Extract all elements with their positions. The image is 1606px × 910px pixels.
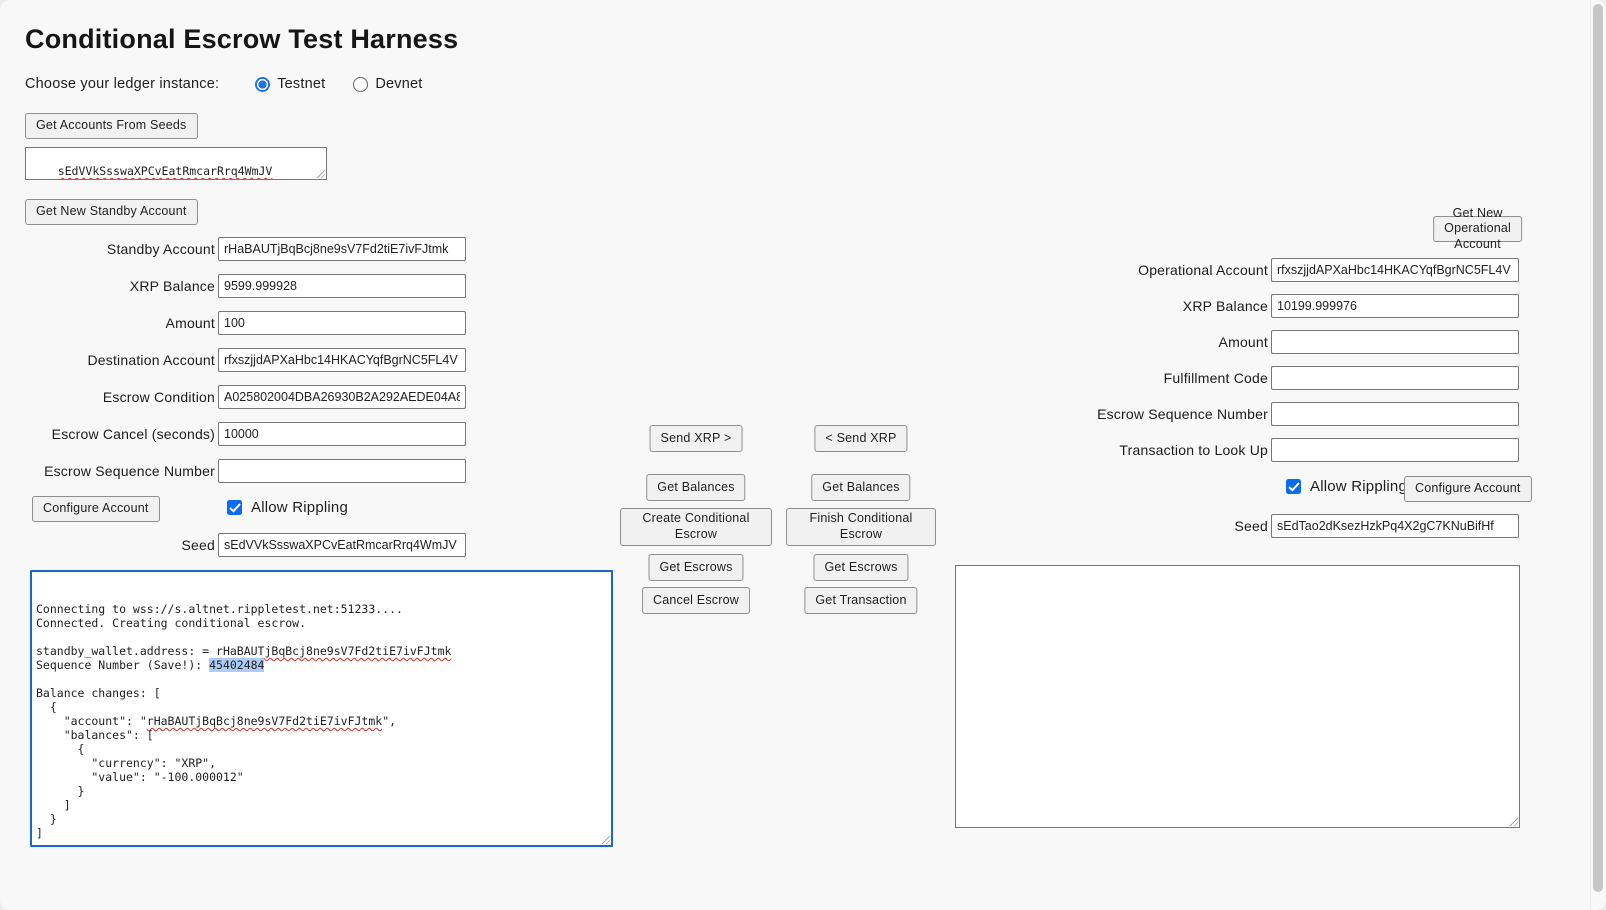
- standby-escrow-sequence-row: Escrow Sequence Number: [25, 459, 466, 483]
- page-title: Conditional Escrow Test Harness: [25, 24, 458, 55]
- operational-transaction-lookup-input[interactable]: [1271, 438, 1519, 462]
- get-transaction-button[interactable]: Get Transaction: [804, 587, 917, 614]
- ledger-chooser-label: Choose your ledger instance:: [25, 76, 219, 92]
- operational-account-label: Operational Account: [1040, 262, 1268, 278]
- operational-result-console[interactable]: [955, 565, 1520, 828]
- standby-xrp-balance-label: XRP Balance: [25, 278, 215, 294]
- operational-get-escrows-button[interactable]: Get Escrows: [813, 554, 908, 581]
- standby-get-escrows-button[interactable]: Get Escrows: [648, 554, 743, 581]
- standby-amount-label: Amount: [25, 315, 215, 331]
- radio-devnet-icon[interactable]: [353, 77, 368, 92]
- standby-escrow-condition-row: Escrow Condition: [25, 385, 466, 409]
- vertical-scrollbar-thumb[interactable]: [1593, 4, 1603, 892]
- ledger-chooser: Choose your ledger instance: Testnet Dev…: [25, 76, 423, 92]
- standby-escrow-cancel-label: Escrow Cancel (seconds): [25, 426, 215, 442]
- operational-seed-label: Seed: [1040, 518, 1268, 534]
- operational-seed-row: Seed: [1040, 514, 1519, 538]
- standby-escrow-cancel-input[interactable]: [218, 422, 466, 446]
- standby-configure-account-button[interactable]: Configure Account: [32, 496, 160, 522]
- seed-line-1: sEdVVkSsswaXPCvEatRmcarRrq4WmJV: [58, 164, 273, 178]
- create-conditional-escrow-button[interactable]: Create Conditional Escrow: [620, 508, 772, 546]
- send-xrp-operational-to-standby-button[interactable]: < Send XRP: [814, 425, 907, 452]
- operational-fulfillment-code-label: Fulfillment Code: [1040, 370, 1268, 386]
- radio-devnet-label: Devnet: [375, 76, 422, 92]
- standby-seed-row: Seed: [25, 533, 466, 557]
- standby-amount-input[interactable]: [218, 311, 466, 335]
- operational-allow-rippling-label: Allow Rippling: [1310, 478, 1407, 495]
- resize-handle-icon[interactable]: [1508, 816, 1518, 826]
- seeds-textarea[interactable]: sEdVVkSsswaXPCvEatRmcarRrq4WmJV sEdTao2d…: [25, 147, 327, 180]
- operational-fulfillment-code-row: Fulfillment Code: [1040, 366, 1519, 390]
- standby-xrp-balance-input[interactable]: [218, 274, 466, 298]
- standby-allow-rippling[interactable]: Allow Rippling: [227, 499, 348, 516]
- vertical-scrollbar-track[interactable]: [1590, 0, 1606, 910]
- operational-amount-label: Amount: [1040, 334, 1268, 350]
- standby-destination-row: Destination Account: [25, 348, 466, 372]
- get-accounts-from-seeds-button[interactable]: Get Accounts From Seeds: [25, 113, 198, 139]
- standby-escrow-condition-label: Escrow Condition: [25, 389, 215, 405]
- operational-fulfillment-code-input[interactable]: [1271, 366, 1519, 390]
- standby-amount-row: Amount: [25, 311, 466, 335]
- standby-result-console[interactable]: Connecting to wss://s.altnet.rippletest.…: [30, 570, 613, 847]
- operational-allow-rippling-checkbox-icon[interactable]: [1286, 479, 1301, 494]
- standby-escrow-condition-input[interactable]: [218, 385, 466, 409]
- operational-escrow-sequence-row: Escrow Sequence Number: [1040, 402, 1519, 426]
- operational-transaction-lookup-label: Transaction to Look Up: [1040, 442, 1268, 458]
- operational-amount-row: Amount: [1040, 330, 1519, 354]
- standby-result-text: Connecting to wss://s.altnet.rippletest.…: [36, 602, 607, 840]
- send-xrp-standby-to-operational-button[interactable]: Send XRP >: [650, 425, 743, 452]
- standby-get-balances-button[interactable]: Get Balances: [646, 474, 745, 501]
- operational-xrp-balance-row: XRP Balance: [1040, 294, 1519, 318]
- standby-xrp-balance-row: XRP Balance: [25, 274, 466, 298]
- operational-amount-input[interactable]: [1271, 330, 1519, 354]
- standby-destination-input[interactable]: [218, 348, 466, 372]
- operational-account-row: Operational Account: [1040, 258, 1519, 282]
- operational-configure-account-button[interactable]: Configure Account: [1404, 476, 1532, 502]
- standby-seed-input[interactable]: [218, 533, 466, 557]
- get-new-operational-account-button[interactable]: Get New Operational Account: [1433, 216, 1522, 242]
- standby-allow-rippling-label: Allow Rippling: [251, 499, 348, 516]
- radio-testnet-icon[interactable]: [255, 77, 270, 92]
- standby-escrow-sequence-label: Escrow Sequence Number: [25, 463, 215, 479]
- operational-escrow-sequence-label: Escrow Sequence Number: [1040, 406, 1268, 422]
- standby-escrow-cancel-row: Escrow Cancel (seconds): [25, 422, 466, 446]
- standby-account-label: Standby Account: [25, 241, 215, 257]
- operational-xrp-balance-label: XRP Balance: [1040, 298, 1268, 314]
- standby-escrow-sequence-input[interactable]: [218, 459, 466, 483]
- radio-testnet[interactable]: Testnet: [255, 76, 325, 92]
- operational-transaction-lookup-row: Transaction to Look Up: [1040, 438, 1519, 462]
- radio-testnet-label: Testnet: [277, 76, 325, 92]
- conditional-escrow-test-harness-window: Conditional Escrow Test Harness Choose y…: [0, 0, 1606, 910]
- standby-seed-label: Seed: [25, 537, 215, 553]
- operational-xrp-balance-input[interactable]: [1271, 294, 1519, 318]
- operational-seed-input[interactable]: [1271, 514, 1519, 538]
- get-new-standby-account-button[interactable]: Get New Standby Account: [25, 199, 198, 225]
- standby-account-input[interactable]: [218, 237, 466, 261]
- standby-account-row: Standby Account: [25, 237, 466, 261]
- standby-allow-rippling-checkbox-icon[interactable]: [227, 500, 242, 515]
- standby-destination-label: Destination Account: [25, 352, 215, 368]
- operational-get-balances-button[interactable]: Get Balances: [811, 474, 910, 501]
- radio-devnet[interactable]: Devnet: [353, 76, 422, 92]
- operational-account-input[interactable]: [1271, 258, 1519, 282]
- finish-conditional-escrow-button[interactable]: Finish Conditional Escrow: [786, 508, 936, 546]
- operational-escrow-sequence-input[interactable]: [1271, 402, 1519, 426]
- operational-allow-rippling[interactable]: Allow Rippling: [1286, 478, 1407, 495]
- cancel-escrow-button[interactable]: Cancel Escrow: [642, 587, 750, 614]
- resize-handle-icon[interactable]: [315, 168, 325, 178]
